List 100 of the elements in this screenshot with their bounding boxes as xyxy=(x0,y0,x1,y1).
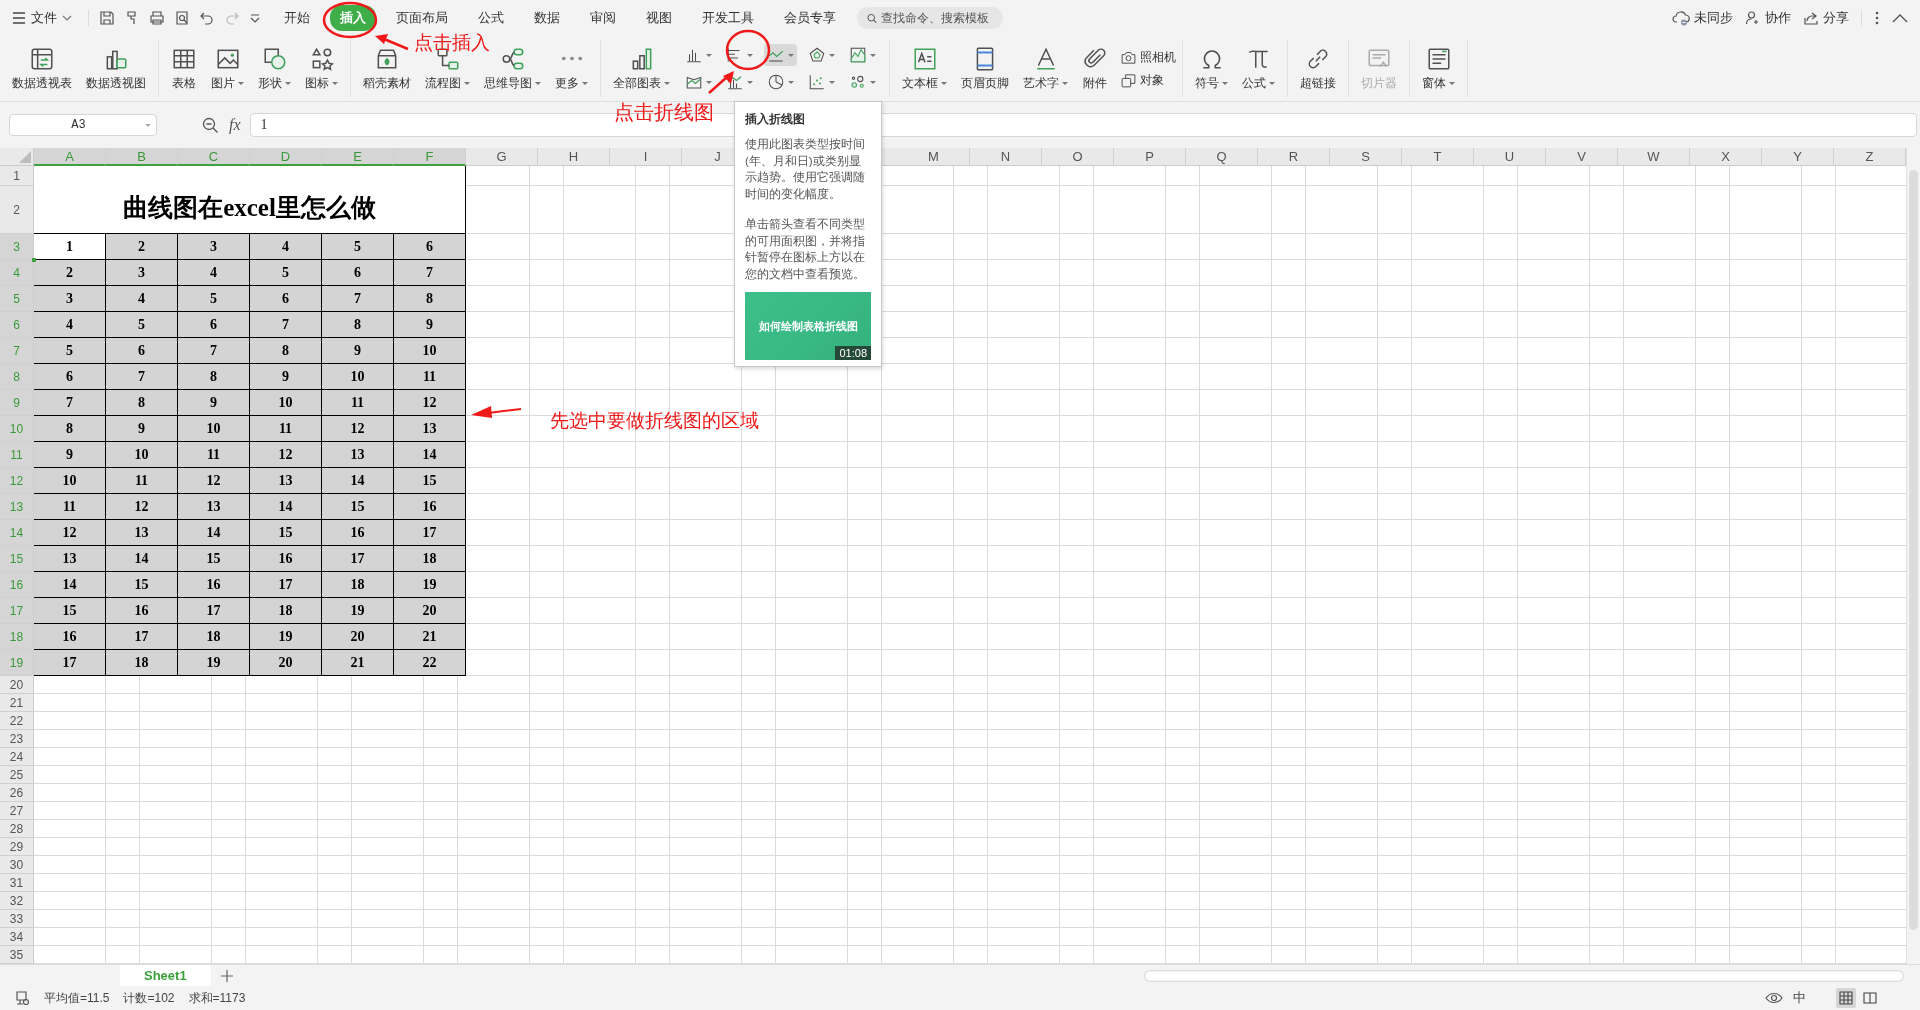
table-cell: 11 xyxy=(322,390,394,416)
menu-tab[interactable]: 视图 xyxy=(636,5,682,31)
row-header[interactable]: 25 xyxy=(0,766,34,784)
table-cell: 5 xyxy=(250,260,322,286)
row-header[interactable]: 24 xyxy=(0,748,34,766)
toolbar-action[interactable]: 未同步 xyxy=(1672,9,1733,27)
ribbon-button[interactable]: 超链接 xyxy=(1294,43,1342,94)
table-cell: 3 xyxy=(178,234,250,260)
row-header[interactable]: 23 xyxy=(0,730,34,748)
table-cell: 10 xyxy=(34,468,106,494)
toolbar-action[interactable]: 分享 xyxy=(1803,9,1849,27)
sheet-tab[interactable]: Sheet1 xyxy=(120,965,211,986)
row-header[interactable]: 1 xyxy=(0,166,34,186)
ribbon-button[interactable]: 形状 xyxy=(252,43,297,94)
search-field[interactable]: 查找命令、搜索模板 xyxy=(857,7,1003,29)
menu-tab[interactable]: 开始 xyxy=(274,5,320,31)
menu-tab[interactable]: 会员专享 xyxy=(774,5,846,31)
title-cell: 曲线图在excel里怎么做 xyxy=(34,166,466,234)
menu-tab[interactable]: 数据 xyxy=(524,5,570,31)
row-header[interactable]: 29 xyxy=(0,838,34,856)
row-header[interactable]: 20 xyxy=(0,676,34,694)
row-header[interactable]: 28 xyxy=(0,820,34,838)
table-cell: 12 xyxy=(394,390,466,416)
ribbon-button[interactable]: 图标 xyxy=(299,43,344,94)
table-cell: 11 xyxy=(34,494,106,520)
row-header[interactable]: 33 xyxy=(0,910,34,928)
table-cell: 19 xyxy=(178,650,250,676)
ribbon-button[interactable]: 数据透视表 xyxy=(6,43,78,94)
ribbon-button[interactable]: 附件 xyxy=(1076,43,1114,94)
table-cell: 22 xyxy=(394,650,466,676)
chart-type-button[interactable] xyxy=(764,44,797,66)
row-header[interactable]: 26 xyxy=(0,784,34,802)
table-cell: 19 xyxy=(394,572,466,598)
row-header[interactable]: 22 xyxy=(0,712,34,730)
toolbar-action[interactable]: 协作 xyxy=(1745,9,1791,27)
row-header[interactable]: 32 xyxy=(0,892,34,910)
menu-tab[interactable]: 审阅 xyxy=(580,5,626,31)
ribbon-button[interactable]: 照相机 xyxy=(1120,48,1176,66)
table-cell: 16 xyxy=(394,494,466,520)
ribbon-button[interactable]: 公式 xyxy=(1236,43,1281,94)
page-icon xyxy=(1863,991,1877,1005)
macro-icon[interactable] xyxy=(14,990,30,1006)
ribbon-button[interactable]: 图片 xyxy=(205,43,250,94)
view-button[interactable] xyxy=(1836,988,1856,1008)
ribbon-button[interactable]: 对象 xyxy=(1120,71,1176,89)
menu-tab[interactable]: 页面布局 xyxy=(386,5,458,31)
caret-icon[interactable] xyxy=(249,12,261,24)
ribbon-button[interactable]: 艺术字 xyxy=(1017,43,1074,94)
ribbon-button[interactable]: 窗体 xyxy=(1416,43,1461,94)
table-cell: 16 xyxy=(178,572,250,598)
input-mode-button[interactable]: 中 xyxy=(1793,989,1806,1007)
arrow xyxy=(708,71,734,94)
collapse-icon[interactable] xyxy=(1892,13,1908,23)
vertical-scrollbar[interactable] xyxy=(1906,148,1920,964)
row-header[interactable]: 21 xyxy=(0,694,34,712)
table-cell: 13 xyxy=(250,468,322,494)
table-cell: 20 xyxy=(250,650,322,676)
ribbon-button[interactable]: 页眉页脚 xyxy=(955,43,1015,94)
name-box[interactable]: A3 xyxy=(9,114,157,136)
row-header[interactable]: 2 xyxy=(0,186,34,234)
column-header[interactable]: Z xyxy=(1834,148,1906,166)
status-statistic: 平均值=11.5 xyxy=(44,989,110,1007)
row-header[interactable]: 35 xyxy=(0,946,34,964)
save-icon[interactable] xyxy=(99,10,115,26)
zoom-out-icon[interactable] xyxy=(202,116,219,134)
row-header[interactable]: 27 xyxy=(0,802,34,820)
table-cell: 2 xyxy=(106,234,178,260)
table-cell: 20 xyxy=(322,624,394,650)
function-button[interactable]: fx xyxy=(229,116,241,134)
more-icon[interactable] xyxy=(1874,10,1880,26)
tooltip-title: 插入折线图 xyxy=(745,111,806,128)
file-menu[interactable]: 文件 xyxy=(12,9,72,27)
print-preview-icon[interactable] xyxy=(174,10,190,26)
table-cell: 7 xyxy=(322,286,394,312)
ribbon-button[interactable]: 数据透视图 xyxy=(80,43,152,94)
print-icon[interactable] xyxy=(149,10,165,26)
tooltip-text: 单击箭头查看不同类型的可用面积图，并将指针暂停在图标上方以在您的文档中查看预览。 xyxy=(745,217,866,282)
ribbon-button[interactable]: 文本框 xyxy=(896,43,953,94)
row-header[interactable]: 31 xyxy=(0,874,34,892)
table-cell: 14 xyxy=(394,442,466,468)
add-sheet-icon[interactable] xyxy=(220,969,233,982)
undo-icon[interactable] xyxy=(199,10,215,26)
table-cell: 11 xyxy=(250,416,322,442)
menu-tab[interactable]: 公式 xyxy=(468,5,514,31)
ribbon-button[interactable]: 表格 xyxy=(165,43,203,94)
ribbon-button[interactable]: 全部图表 xyxy=(607,43,676,94)
pivot-table-icon xyxy=(29,45,55,72)
table-cell: 12 xyxy=(178,468,250,494)
ribbon-button[interactable]: 更多 xyxy=(549,43,594,94)
video-thumbnail[interactable]: 如何绘制表格折线图 01:08 xyxy=(745,292,871,360)
menu-tab[interactable]: 开发工具 xyxy=(692,5,764,31)
table-cell: 13 xyxy=(322,442,394,468)
table-cell: 15 xyxy=(394,468,466,494)
table-cell: 7 xyxy=(34,390,106,416)
eye-icon[interactable] xyxy=(1765,991,1783,1005)
row-header[interactable]: 34 xyxy=(0,928,34,946)
more-icon xyxy=(560,55,583,62)
horizontal-scrollbar[interactable] xyxy=(1144,969,1904,982)
row-header[interactable]: 30 xyxy=(0,856,34,874)
ribbon-button[interactable]: 符号 xyxy=(1189,43,1234,94)
